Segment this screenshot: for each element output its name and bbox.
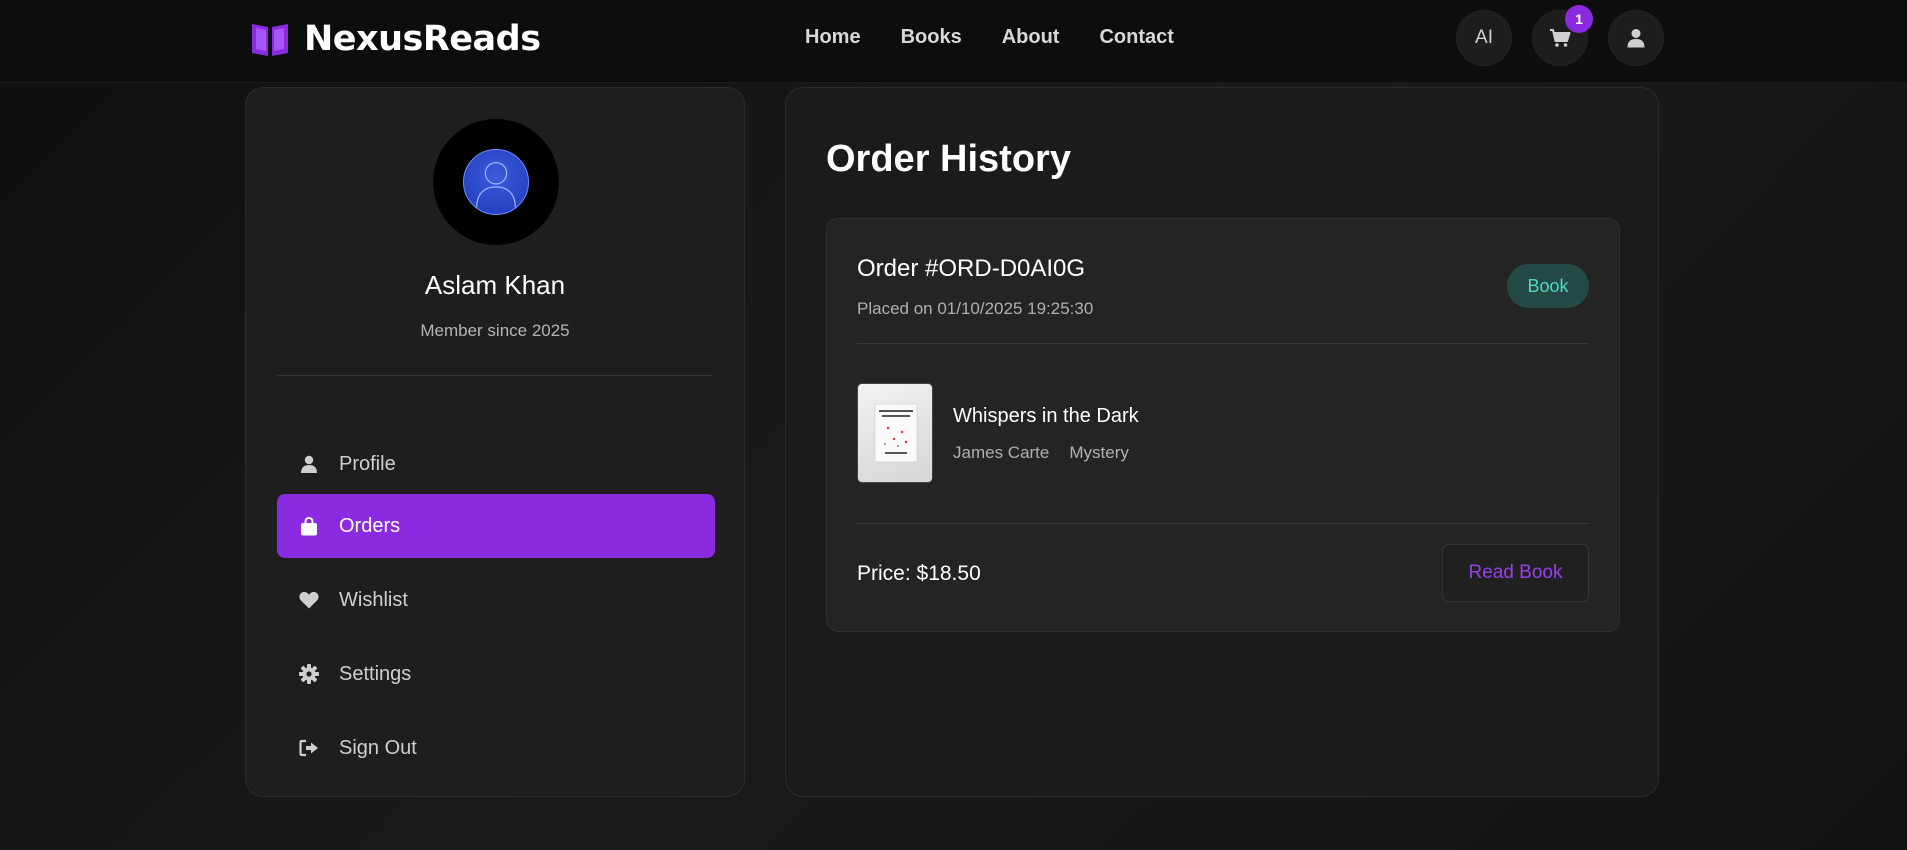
- order-type-badge: Book: [1507, 264, 1589, 308]
- brand-name: NexusReads: [304, 19, 541, 59]
- divider: [857, 343, 1589, 344]
- cart-button[interactable]: 1: [1532, 5, 1593, 66]
- gear-icon: [299, 664, 319, 684]
- user-icon: [299, 454, 319, 474]
- avatar: [463, 149, 529, 215]
- ai-label: AI: [1475, 27, 1493, 48]
- book-cover-art: [874, 403, 918, 463]
- page-title: Order History: [826, 138, 1071, 180]
- divider: [857, 523, 1589, 524]
- brand[interactable]: NexusReads: [250, 19, 541, 59]
- divider: [277, 375, 713, 376]
- nav-link-about[interactable]: About: [1002, 26, 1060, 49]
- menu-item-profile[interactable]: Profile: [277, 432, 715, 496]
- nav-actions: AI 1: [1456, 5, 1664, 66]
- order-card: Order #ORD-D0AI0G Placed on 01/10/2025 1…: [826, 218, 1620, 632]
- order-date: Placed on 01/10/2025 19:25:30: [857, 299, 1094, 318]
- menu-item-sign-out[interactable]: Sign Out: [277, 716, 715, 780]
- open-book-icon: [252, 24, 288, 56]
- avatar-frame: [433, 119, 559, 245]
- user-avatar-icon: [475, 161, 517, 209]
- order-id: Order #ORD-D0AI0G: [857, 255, 1086, 282]
- menu-item-label: Sign Out: [339, 736, 417, 759]
- user-name: Aslam Khan: [424, 270, 566, 300]
- book-cover-image[interactable]: [857, 383, 933, 483]
- user-icon: [1627, 29, 1645, 48]
- read-book-button[interactable]: Read Book: [1442, 544, 1589, 602]
- menu-item-label: Wishlist: [339, 588, 408, 611]
- nav-link-books[interactable]: Books: [901, 26, 962, 49]
- menu-item-wishlist[interactable]: Wishlist: [277, 568, 715, 632]
- order-history-panel: Order History Order #ORD-D0AI0G Placed o…: [785, 87, 1659, 797]
- menu-item-label: Settings: [339, 662, 412, 685]
- cart-icon: [1550, 29, 1571, 47]
- profile-sidebar: Aslam Khan Member since 2025 Profile Ord…: [245, 87, 745, 797]
- nav-links: Home Books About Contact: [805, 26, 1174, 49]
- book-title[interactable]: Whispers in the Dark: [953, 405, 1139, 428]
- cart-count-badge: 1: [1565, 5, 1593, 33]
- menu-item-label: Profile: [339, 452, 396, 475]
- menu-item-label: Orders: [339, 514, 401, 537]
- book-author: James Carte: [953, 443, 1050, 462]
- menu-item-orders[interactable]: Orders: [277, 494, 715, 558]
- ai-button[interactable]: AI: [1456, 10, 1512, 66]
- navbar: NexusReads Home Books About Contact AI 1: [0, 0, 1907, 83]
- member-since: Member since 2025: [420, 321, 570, 340]
- order-price: Price: $18.50: [857, 562, 981, 585]
- sign-out-icon: [299, 738, 319, 758]
- heart-icon: [299, 590, 319, 610]
- menu-item-settings[interactable]: Settings: [277, 642, 715, 706]
- book-meta: James Carte Mystery: [953, 443, 1129, 463]
- nav-link-home[interactable]: Home: [805, 26, 861, 49]
- user-menu-button[interactable]: [1608, 10, 1664, 66]
- shopping-bag-icon: [299, 516, 319, 536]
- nav-link-contact[interactable]: Contact: [1099, 26, 1173, 49]
- book-genre: Mystery: [1069, 443, 1129, 462]
